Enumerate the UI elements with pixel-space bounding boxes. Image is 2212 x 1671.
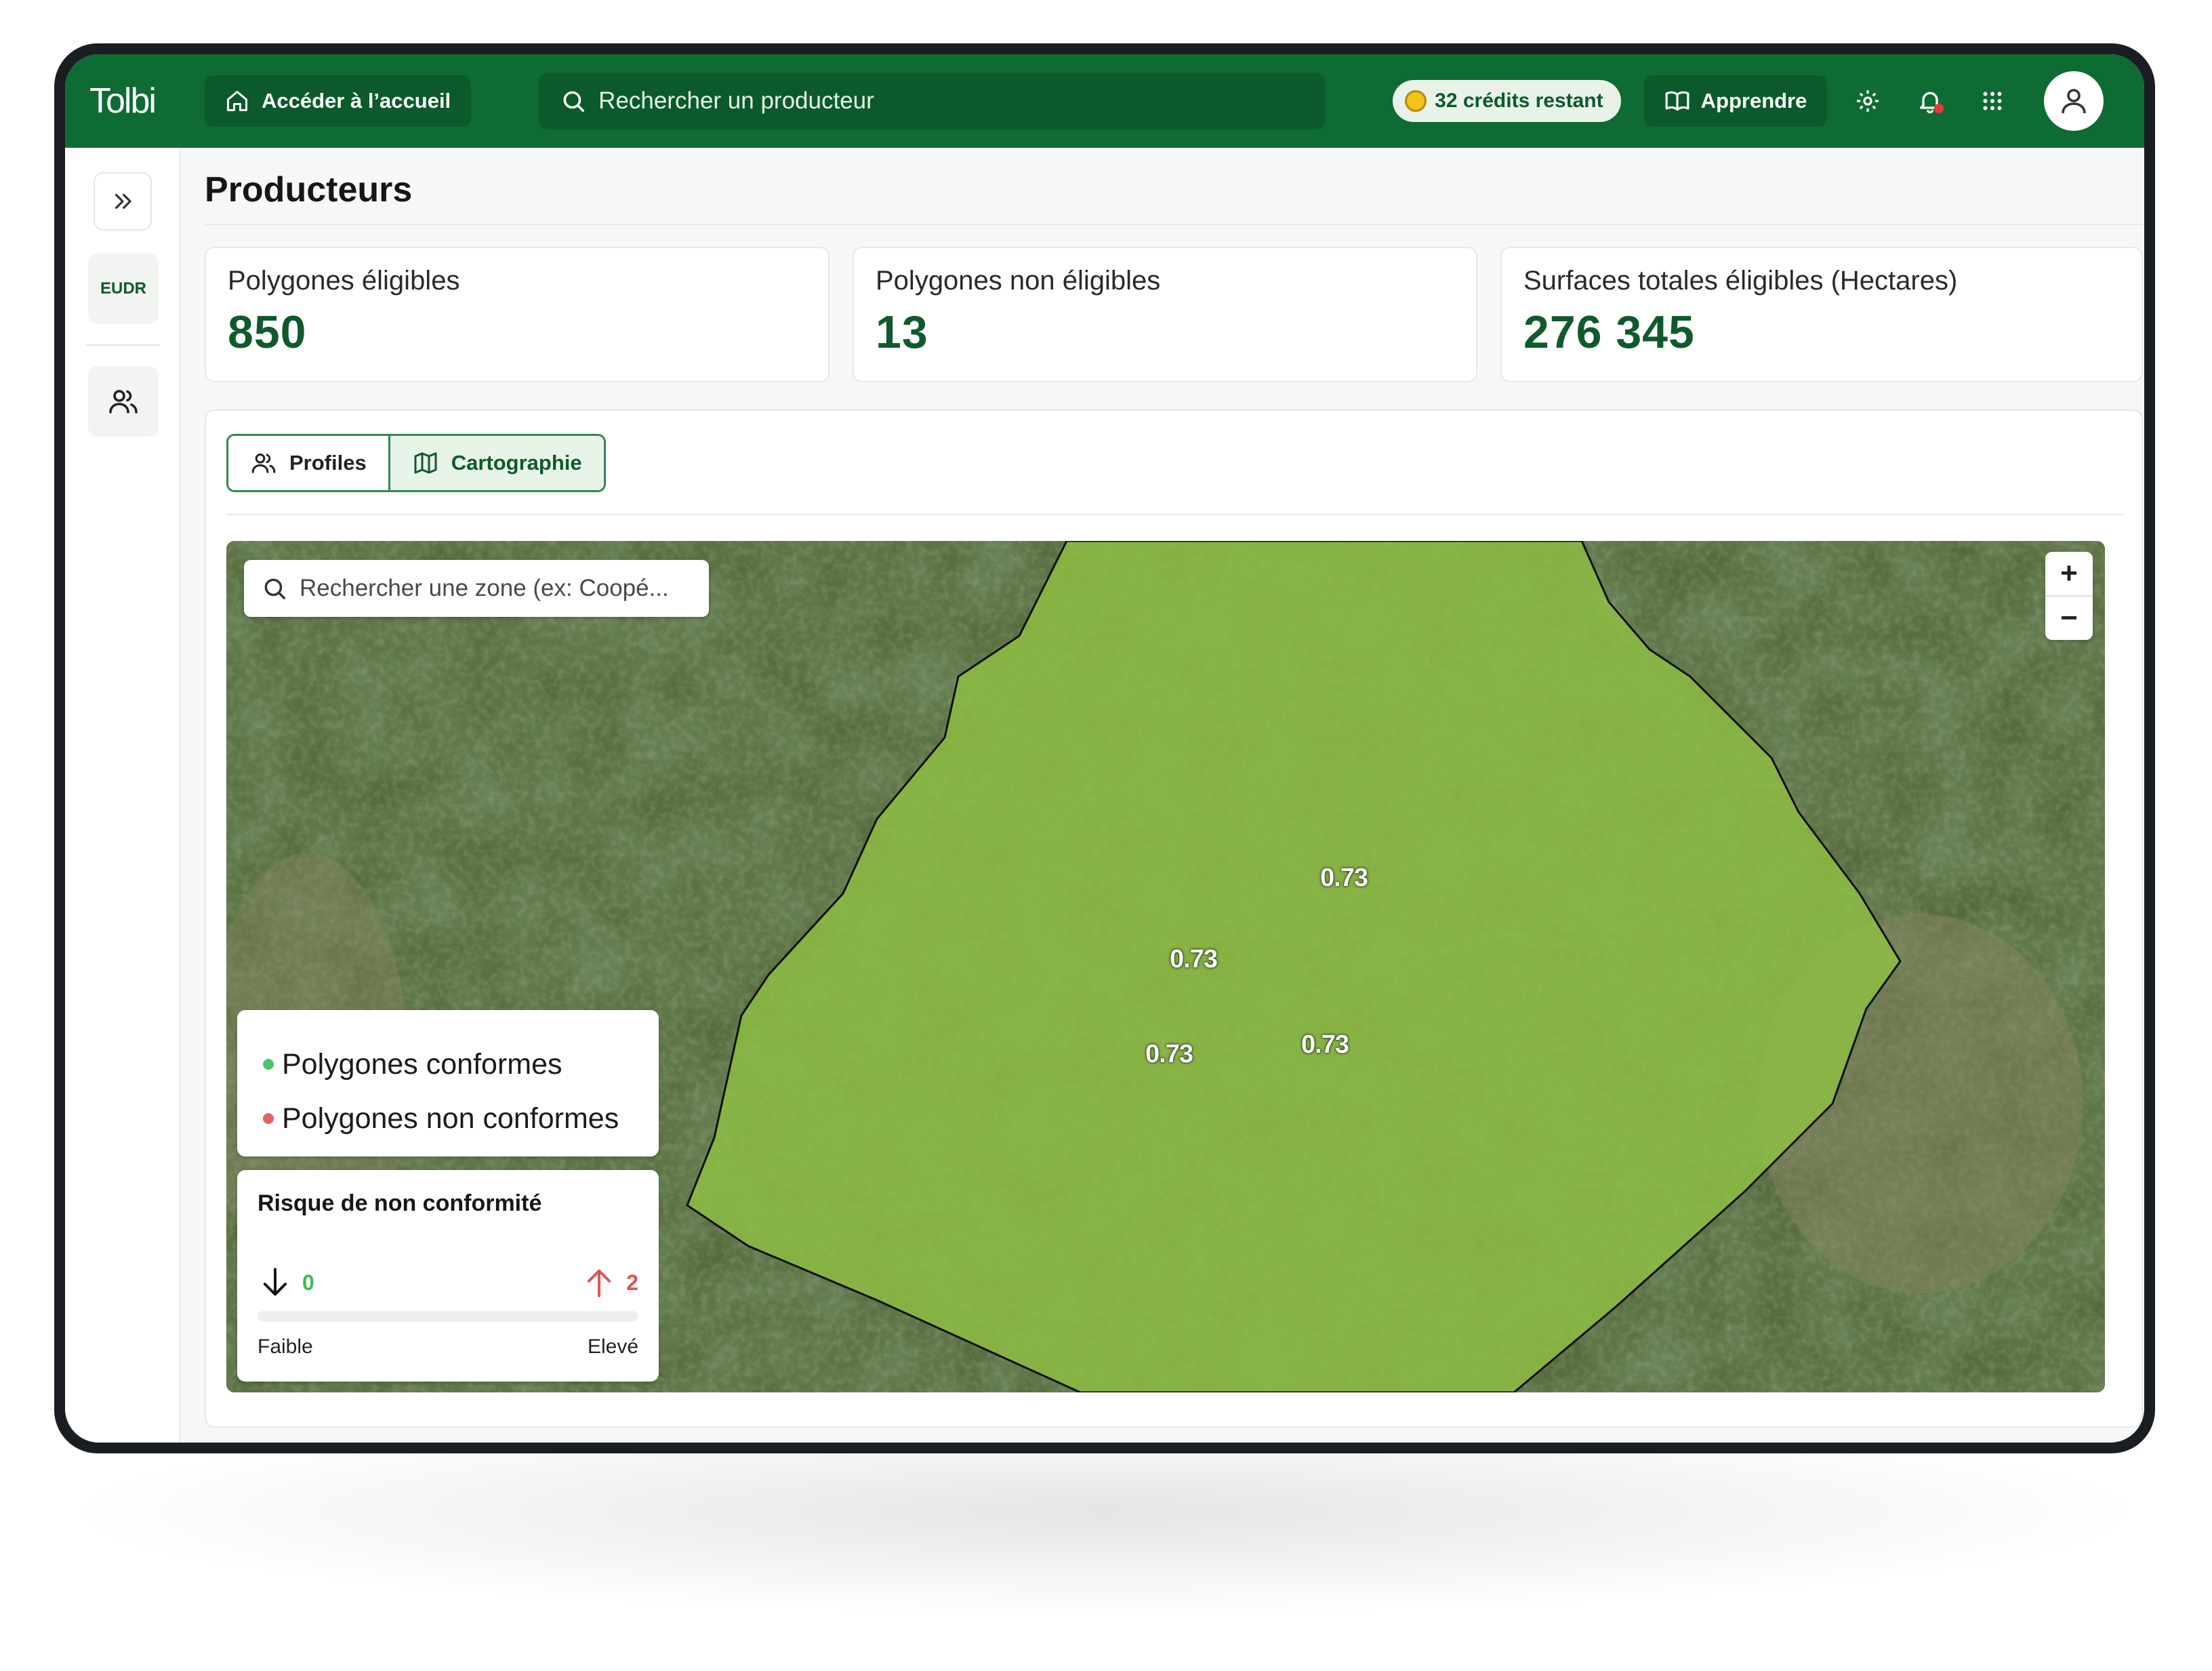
- risk-high-label: Elevé: [587, 1335, 638, 1358]
- stat-label: Polygones non éligibles: [876, 266, 1161, 296]
- risk-low: 0: [258, 1265, 314, 1300]
- title-divider: [205, 224, 2143, 225]
- learn-button-label: Apprendre: [1700, 89, 1807, 113]
- legend-label: Polygones conformes: [282, 1047, 562, 1081]
- home-button[interactable]: Accéder à l’accueil: [205, 75, 472, 127]
- app-screen: Tolbi Accéder à l’accueil Rechercher un …: [65, 54, 2144, 1443]
- polygon-score-label: 0.73: [1320, 864, 1368, 892]
- stat-card-eligible-surface: Surfaces totales éligibles (Hectares) 27…: [1500, 247, 2143, 382]
- zone-search-input[interactable]: Rechercher une zone (ex: Coopé...: [244, 560, 709, 617]
- home-button-label: Accéder à l’accueil: [262, 89, 451, 113]
- sidebar-expand-button[interactable]: [94, 172, 152, 230]
- zoom-controls: + −: [2045, 552, 2093, 640]
- green-dot-icon: [263, 1059, 274, 1070]
- producer-search-placeholder: Rechercher un producteur: [598, 87, 874, 114]
- sidebar-item-producers[interactable]: [88, 366, 159, 437]
- polygon-score-label: 0.73: [1301, 1030, 1349, 1059]
- home-icon: [227, 91, 247, 111]
- zoom-out-button[interactable]: −: [2045, 597, 2093, 640]
- legend-label: Polygones non conformes: [282, 1102, 619, 1135]
- risk-title: Risque de non conformité: [258, 1190, 542, 1216]
- learn-button[interactable]: Apprendre: [1643, 75, 1828, 127]
- search-icon: [563, 91, 585, 112]
- zone-search-placeholder: Rechercher une zone (ex: Coopé...: [300, 575, 669, 601]
- risk-high: 2: [581, 1265, 638, 1300]
- view-tabs: Profiles Cartographie: [226, 434, 606, 492]
- risk-high-value: 2: [626, 1270, 638, 1295]
- stat-value: 276 345: [1523, 306, 1695, 358]
- map-icon: [414, 452, 437, 474]
- credits-label: 32 crédits restant: [1435, 89, 1603, 112]
- tab-cartographie-label: Cartographie: [451, 451, 582, 475]
- settings-button[interactable]: [1846, 79, 1889, 123]
- coin-icon: [1405, 90, 1427, 112]
- stat-card-non-eligible-polygons: Polygones non éligibles 13: [853, 247, 1477, 382]
- tab-profiles-label: Profiles: [289, 451, 367, 475]
- users-icon: [109, 390, 138, 414]
- risk-scale-labels: Faible Elevé: [258, 1335, 638, 1358]
- risk-low-label: Faible: [258, 1335, 313, 1358]
- search-icon: [264, 578, 285, 599]
- tabs-divider: [226, 514, 2124, 515]
- risk-values: 0 2: [258, 1265, 638, 1300]
- red-dot-icon: [263, 1113, 274, 1124]
- device-frame: Tolbi Accéder à l’accueil Rechercher un …: [54, 43, 2155, 1453]
- chevrons-right-icon: [115, 193, 131, 209]
- producer-search-input[interactable]: Rechercher un producteur: [539, 73, 1326, 129]
- users-icon: [251, 454, 276, 473]
- notifications-button[interactable]: [1908, 79, 1952, 123]
- tab-cartographie[interactable]: Cartographie: [388, 436, 604, 490]
- sidebar-divider: [85, 344, 160, 346]
- risk-low-value: 0: [302, 1270, 314, 1295]
- arrow-up-icon: [588, 1269, 611, 1297]
- stat-value: 13: [876, 306, 928, 358]
- polygon-score-label: 0.73: [1170, 945, 1218, 973]
- zoom-in-button[interactable]: +: [2045, 552, 2093, 595]
- credits-badge[interactable]: 32 crédits restant: [1393, 80, 1621, 122]
- tolbi-logo[interactable]: Tolbi: [89, 81, 205, 121]
- page-title: Producteurs: [205, 170, 413, 209]
- map-legend: Polygones conformes Polygones non confor…: [237, 1010, 659, 1156]
- stat-label: Polygones éligibles: [228, 266, 460, 296]
- sidebar-item-eudr[interactable]: EUDR: [88, 254, 159, 324]
- legend-item-compliant: Polygones conformes: [263, 1037, 659, 1091]
- apps-grid-button[interactable]: [1971, 79, 2014, 123]
- gear-icon: [1857, 90, 1879, 112]
- polygon-score-label: 0.73: [1145, 1040, 1193, 1068]
- tab-profiles[interactable]: Profiles: [228, 436, 388, 490]
- user-avatar[interactable]: [2044, 71, 2104, 131]
- stat-card-eligible-polygons: Polygones éligibles 850: [205, 247, 830, 382]
- grid-icon: [1983, 92, 2002, 110]
- sidebar: EUDR: [65, 148, 180, 1443]
- legend-item-non-compliant: Polygones non conformes: [263, 1091, 659, 1146]
- stat-value: 850: [228, 306, 307, 358]
- arrow-down-icon: [263, 1268, 287, 1296]
- stat-label: Surfaces totales éligibles (Hectares): [1523, 266, 1958, 296]
- book-icon: [1665, 91, 1689, 111]
- risk-panel: Risque de non conformité 0 2 Faible Elev…: [237, 1170, 659, 1382]
- map-view[interactable]: Rechercher une zone (ex: Coopé... + − 0.…: [226, 541, 2105, 1392]
- producers-panel: Profiles Cartographie Rechercher une zon…: [205, 409, 2143, 1428]
- risk-scale-bar: [258, 1311, 638, 1322]
- top-navigation-bar: Tolbi Accéder à l’accueil Rechercher un …: [65, 54, 2144, 148]
- user-icon: [2062, 89, 2087, 114]
